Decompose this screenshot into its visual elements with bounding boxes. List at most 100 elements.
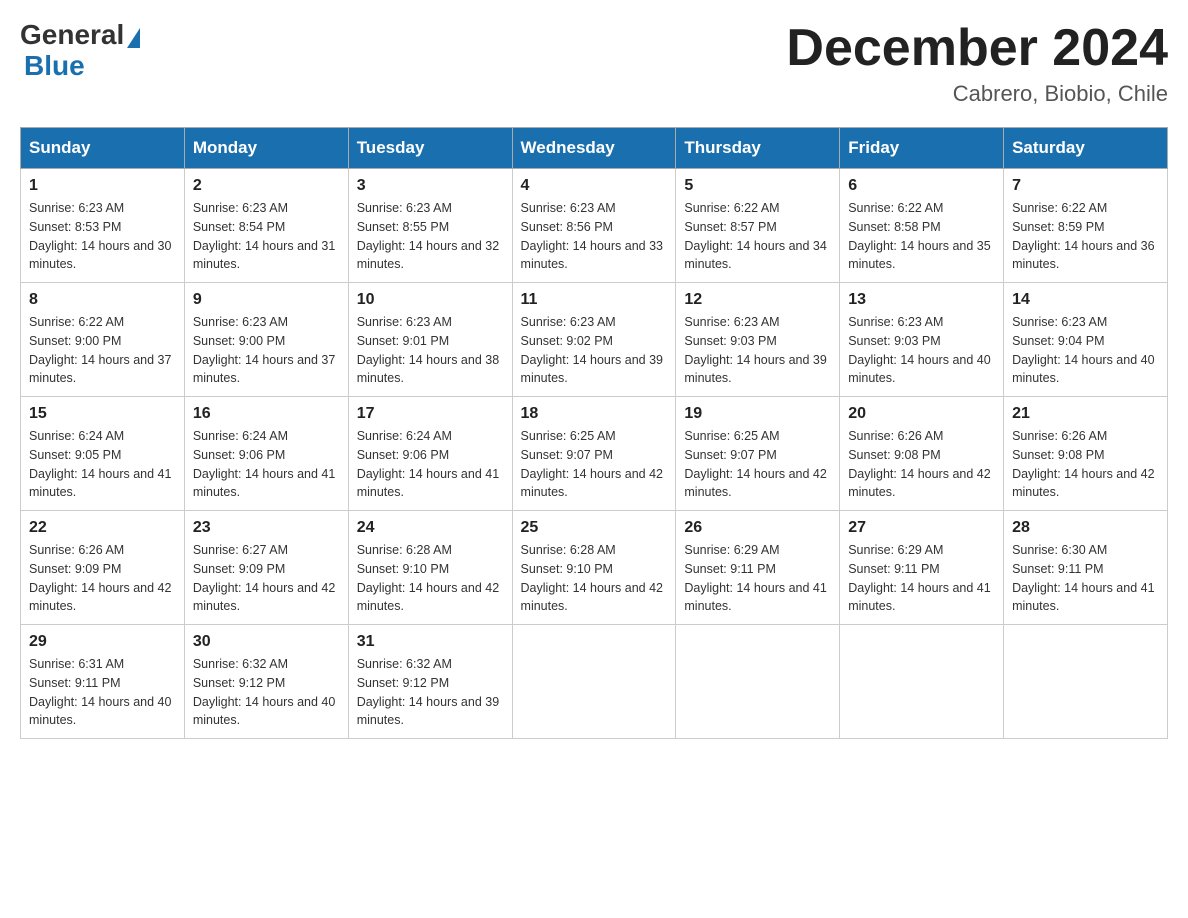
day-number: 1 [29, 177, 176, 195]
calendar-header-saturday: Saturday [1004, 128, 1168, 169]
calendar-cell: 25 Sunrise: 6:28 AMSunset: 9:10 PMDaylig… [512, 511, 676, 625]
day-number: 3 [357, 177, 504, 195]
day-number: 29 [29, 633, 176, 651]
calendar-header-friday: Friday [840, 128, 1004, 169]
day-number: 25 [521, 519, 668, 537]
day-info: Sunrise: 6:22 AMSunset: 8:59 PMDaylight:… [1012, 201, 1154, 271]
day-number: 2 [193, 177, 340, 195]
calendar-cell: 11 Sunrise: 6:23 AMSunset: 9:02 PMDaylig… [512, 283, 676, 397]
day-number: 26 [684, 519, 831, 537]
calendar-header-wednesday: Wednesday [512, 128, 676, 169]
day-number: 27 [848, 519, 995, 537]
day-number: 17 [357, 405, 504, 423]
calendar-week-row: 1 Sunrise: 6:23 AMSunset: 8:53 PMDayligh… [21, 169, 1168, 283]
day-number: 6 [848, 177, 995, 195]
day-info: Sunrise: 6:31 AMSunset: 9:11 PMDaylight:… [29, 657, 171, 727]
day-number: 7 [1012, 177, 1159, 195]
calendar-cell: 27 Sunrise: 6:29 AMSunset: 9:11 PMDaylig… [840, 511, 1004, 625]
day-info: Sunrise: 6:24 AMSunset: 9:05 PMDaylight:… [29, 429, 171, 499]
day-info: Sunrise: 6:28 AMSunset: 9:10 PMDaylight:… [357, 543, 499, 613]
day-number: 13 [848, 291, 995, 309]
day-info: Sunrise: 6:23 AMSunset: 8:54 PMDaylight:… [193, 201, 335, 271]
day-number: 5 [684, 177, 831, 195]
day-info: Sunrise: 6:26 AMSunset: 9:08 PMDaylight:… [848, 429, 990, 499]
day-info: Sunrise: 6:28 AMSunset: 9:10 PMDaylight:… [521, 543, 663, 613]
day-info: Sunrise: 6:23 AMSunset: 8:56 PMDaylight:… [521, 201, 663, 271]
day-number: 28 [1012, 519, 1159, 537]
calendar-cell: 8 Sunrise: 6:22 AMSunset: 9:00 PMDayligh… [21, 283, 185, 397]
day-info: Sunrise: 6:32 AMSunset: 9:12 PMDaylight:… [193, 657, 335, 727]
calendar-cell: 12 Sunrise: 6:23 AMSunset: 9:03 PMDaylig… [676, 283, 840, 397]
day-number: 10 [357, 291, 504, 309]
calendar-cell: 24 Sunrise: 6:28 AMSunset: 9:10 PMDaylig… [348, 511, 512, 625]
calendar-cell [840, 625, 1004, 739]
day-info: Sunrise: 6:23 AMSunset: 9:01 PMDaylight:… [357, 315, 499, 385]
calendar-cell: 7 Sunrise: 6:22 AMSunset: 8:59 PMDayligh… [1004, 169, 1168, 283]
day-info: Sunrise: 6:22 AMSunset: 8:57 PMDaylight:… [684, 201, 826, 271]
calendar-cell: 5 Sunrise: 6:22 AMSunset: 8:57 PMDayligh… [676, 169, 840, 283]
day-info: Sunrise: 6:23 AMSunset: 9:02 PMDaylight:… [521, 315, 663, 385]
day-info: Sunrise: 6:23 AMSunset: 9:03 PMDaylight:… [684, 315, 826, 385]
calendar-header-row: SundayMondayTuesdayWednesdayThursdayFrid… [21, 128, 1168, 169]
calendar-cell: 14 Sunrise: 6:23 AMSunset: 9:04 PMDaylig… [1004, 283, 1168, 397]
day-info: Sunrise: 6:25 AMSunset: 9:07 PMDaylight:… [684, 429, 826, 499]
calendar-week-row: 15 Sunrise: 6:24 AMSunset: 9:05 PMDaylig… [21, 397, 1168, 511]
page-subtitle: Cabrero, Biobio, Chile [786, 81, 1168, 107]
day-number: 20 [848, 405, 995, 423]
calendar-cell: 13 Sunrise: 6:23 AMSunset: 9:03 PMDaylig… [840, 283, 1004, 397]
day-info: Sunrise: 6:26 AMSunset: 9:08 PMDaylight:… [1012, 429, 1154, 499]
calendar-cell: 17 Sunrise: 6:24 AMSunset: 9:06 PMDaylig… [348, 397, 512, 511]
calendar-header-tuesday: Tuesday [348, 128, 512, 169]
day-info: Sunrise: 6:29 AMSunset: 9:11 PMDaylight:… [848, 543, 990, 613]
calendar-cell: 9 Sunrise: 6:23 AMSunset: 9:00 PMDayligh… [184, 283, 348, 397]
calendar-table: SundayMondayTuesdayWednesdayThursdayFrid… [20, 127, 1168, 739]
calendar-cell: 10 Sunrise: 6:23 AMSunset: 9:01 PMDaylig… [348, 283, 512, 397]
logo-general-text: General [20, 20, 124, 51]
calendar-header-monday: Monday [184, 128, 348, 169]
day-number: 11 [521, 291, 668, 309]
day-number: 31 [357, 633, 504, 651]
calendar-week-row: 8 Sunrise: 6:22 AMSunset: 9:00 PMDayligh… [21, 283, 1168, 397]
logo-blue-text: Blue [24, 50, 85, 81]
calendar-cell: 23 Sunrise: 6:27 AMSunset: 9:09 PMDaylig… [184, 511, 348, 625]
day-info: Sunrise: 6:32 AMSunset: 9:12 PMDaylight:… [357, 657, 499, 727]
day-info: Sunrise: 6:23 AMSunset: 8:53 PMDaylight:… [29, 201, 171, 271]
day-info: Sunrise: 6:29 AMSunset: 9:11 PMDaylight:… [684, 543, 826, 613]
day-number: 23 [193, 519, 340, 537]
day-number: 22 [29, 519, 176, 537]
day-number: 4 [521, 177, 668, 195]
calendar-header-sunday: Sunday [21, 128, 185, 169]
day-number: 24 [357, 519, 504, 537]
day-info: Sunrise: 6:23 AMSunset: 9:04 PMDaylight:… [1012, 315, 1154, 385]
day-number: 16 [193, 405, 340, 423]
calendar-cell: 3 Sunrise: 6:23 AMSunset: 8:55 PMDayligh… [348, 169, 512, 283]
calendar-cell: 21 Sunrise: 6:26 AMSunset: 9:08 PMDaylig… [1004, 397, 1168, 511]
day-info: Sunrise: 6:22 AMSunset: 8:58 PMDaylight:… [848, 201, 990, 271]
calendar-cell: 26 Sunrise: 6:29 AMSunset: 9:11 PMDaylig… [676, 511, 840, 625]
calendar-header-thursday: Thursday [676, 128, 840, 169]
calendar-cell [512, 625, 676, 739]
day-number: 18 [521, 405, 668, 423]
day-number: 15 [29, 405, 176, 423]
calendar-cell: 28 Sunrise: 6:30 AMSunset: 9:11 PMDaylig… [1004, 511, 1168, 625]
calendar-cell: 2 Sunrise: 6:23 AMSunset: 8:54 PMDayligh… [184, 169, 348, 283]
day-info: Sunrise: 6:23 AMSunset: 8:55 PMDaylight:… [357, 201, 499, 271]
day-info: Sunrise: 6:26 AMSunset: 9:09 PMDaylight:… [29, 543, 171, 613]
logo: General Blue [20, 20, 140, 82]
calendar-week-row: 22 Sunrise: 6:26 AMSunset: 9:09 PMDaylig… [21, 511, 1168, 625]
day-info: Sunrise: 6:23 AMSunset: 9:03 PMDaylight:… [848, 315, 990, 385]
title-block: December 2024 Cabrero, Biobio, Chile [786, 20, 1168, 107]
calendar-cell [676, 625, 840, 739]
day-info: Sunrise: 6:22 AMSunset: 9:00 PMDaylight:… [29, 315, 171, 385]
calendar-cell [1004, 625, 1168, 739]
day-number: 30 [193, 633, 340, 651]
day-number: 19 [684, 405, 831, 423]
calendar-cell: 31 Sunrise: 6:32 AMSunset: 9:12 PMDaylig… [348, 625, 512, 739]
day-number: 12 [684, 291, 831, 309]
calendar-cell: 4 Sunrise: 6:23 AMSunset: 8:56 PMDayligh… [512, 169, 676, 283]
page-title: December 2024 [786, 20, 1168, 77]
day-info: Sunrise: 6:27 AMSunset: 9:09 PMDaylight:… [193, 543, 335, 613]
calendar-cell: 6 Sunrise: 6:22 AMSunset: 8:58 PMDayligh… [840, 169, 1004, 283]
day-number: 9 [193, 291, 340, 309]
calendar-cell: 1 Sunrise: 6:23 AMSunset: 8:53 PMDayligh… [21, 169, 185, 283]
